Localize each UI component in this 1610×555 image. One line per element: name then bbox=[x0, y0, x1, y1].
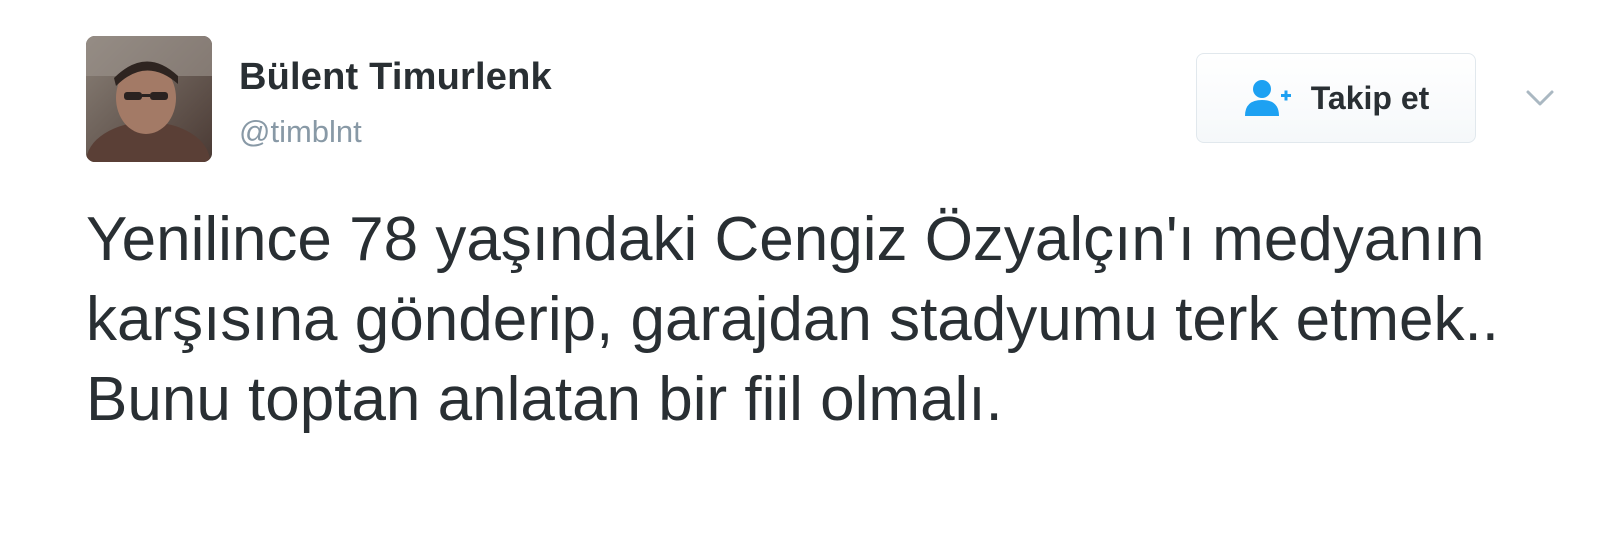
add-user-icon bbox=[1243, 78, 1293, 118]
chevron-down-icon[interactable] bbox=[1522, 82, 1558, 114]
tweet-text: Yenilince 78 yaşındaki Cengiz Özyalçın'ı… bbox=[86, 205, 1499, 434]
user-display-name[interactable]: Bülent Timurlenk bbox=[239, 56, 552, 99]
follow-button[interactable]: Takip et bbox=[1196, 53, 1476, 143]
follow-button-label: Takip et bbox=[1310, 79, 1430, 116]
avatar[interactable] bbox=[86, 36, 212, 162]
avatar-image bbox=[86, 36, 212, 162]
tweet-card: Bülent Timurlenk @timblnt Takip et Yenil… bbox=[0, 0, 1610, 555]
user-handle[interactable]: @timblnt bbox=[239, 114, 362, 150]
